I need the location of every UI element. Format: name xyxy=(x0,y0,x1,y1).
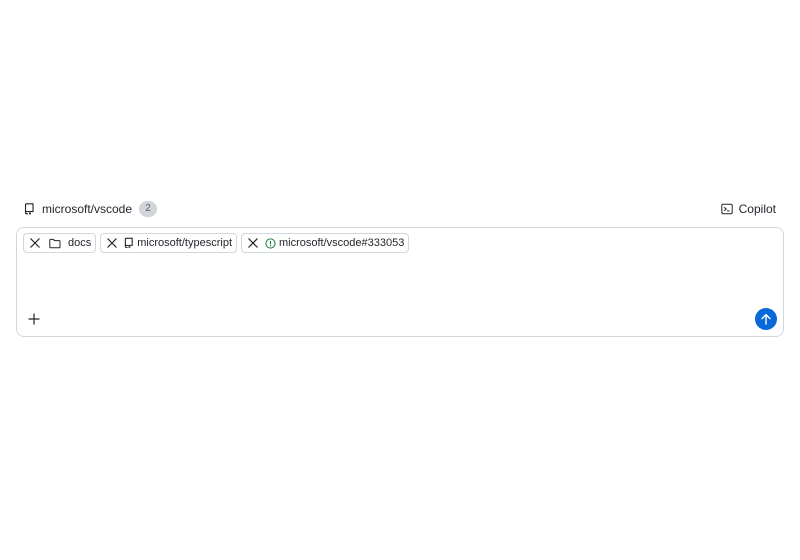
add-context-button[interactable] xyxy=(24,309,44,329)
chip-label: microsoft/typescript xyxy=(137,237,232,249)
close-icon[interactable] xyxy=(27,235,43,251)
context-chip-docs: docs xyxy=(23,233,97,253)
context-chip-issue: microsoft/vscode#333053 xyxy=(241,233,410,253)
arrow-up-icon xyxy=(760,313,772,325)
repo-selector[interactable]: microsoft/vscode 2 xyxy=(16,198,161,220)
message-input[interactable] xyxy=(25,256,779,306)
chip-label: microsoft/vscode#333053 xyxy=(279,237,405,249)
close-icon[interactable] xyxy=(245,235,261,251)
copilot-label: Copilot xyxy=(738,202,776,216)
copilot-button[interactable]: Copilot xyxy=(715,198,784,220)
context-chip-typescript-repo: microsoft/typescript xyxy=(100,233,237,253)
context-chips: docs microsoft/typescript microsoft/vsco… xyxy=(23,233,410,253)
send-button[interactable] xyxy=(755,308,777,330)
repo-name: microsoft/vscode xyxy=(42,202,133,216)
issue-open-icon xyxy=(265,237,276,249)
chat-composer: docs microsoft/typescript microsoft/vsco… xyxy=(16,227,784,337)
terminal-icon xyxy=(720,203,733,215)
folder-icon xyxy=(49,238,61,249)
composer-header: microsoft/vscode 2 Copilot xyxy=(16,198,784,220)
repo-icon xyxy=(24,203,35,215)
repo-count-badge: 2 xyxy=(139,201,158,217)
plus-icon xyxy=(28,313,40,325)
chip-label: docs xyxy=(68,237,92,249)
repo-icon xyxy=(124,237,134,249)
close-icon[interactable] xyxy=(104,235,120,251)
